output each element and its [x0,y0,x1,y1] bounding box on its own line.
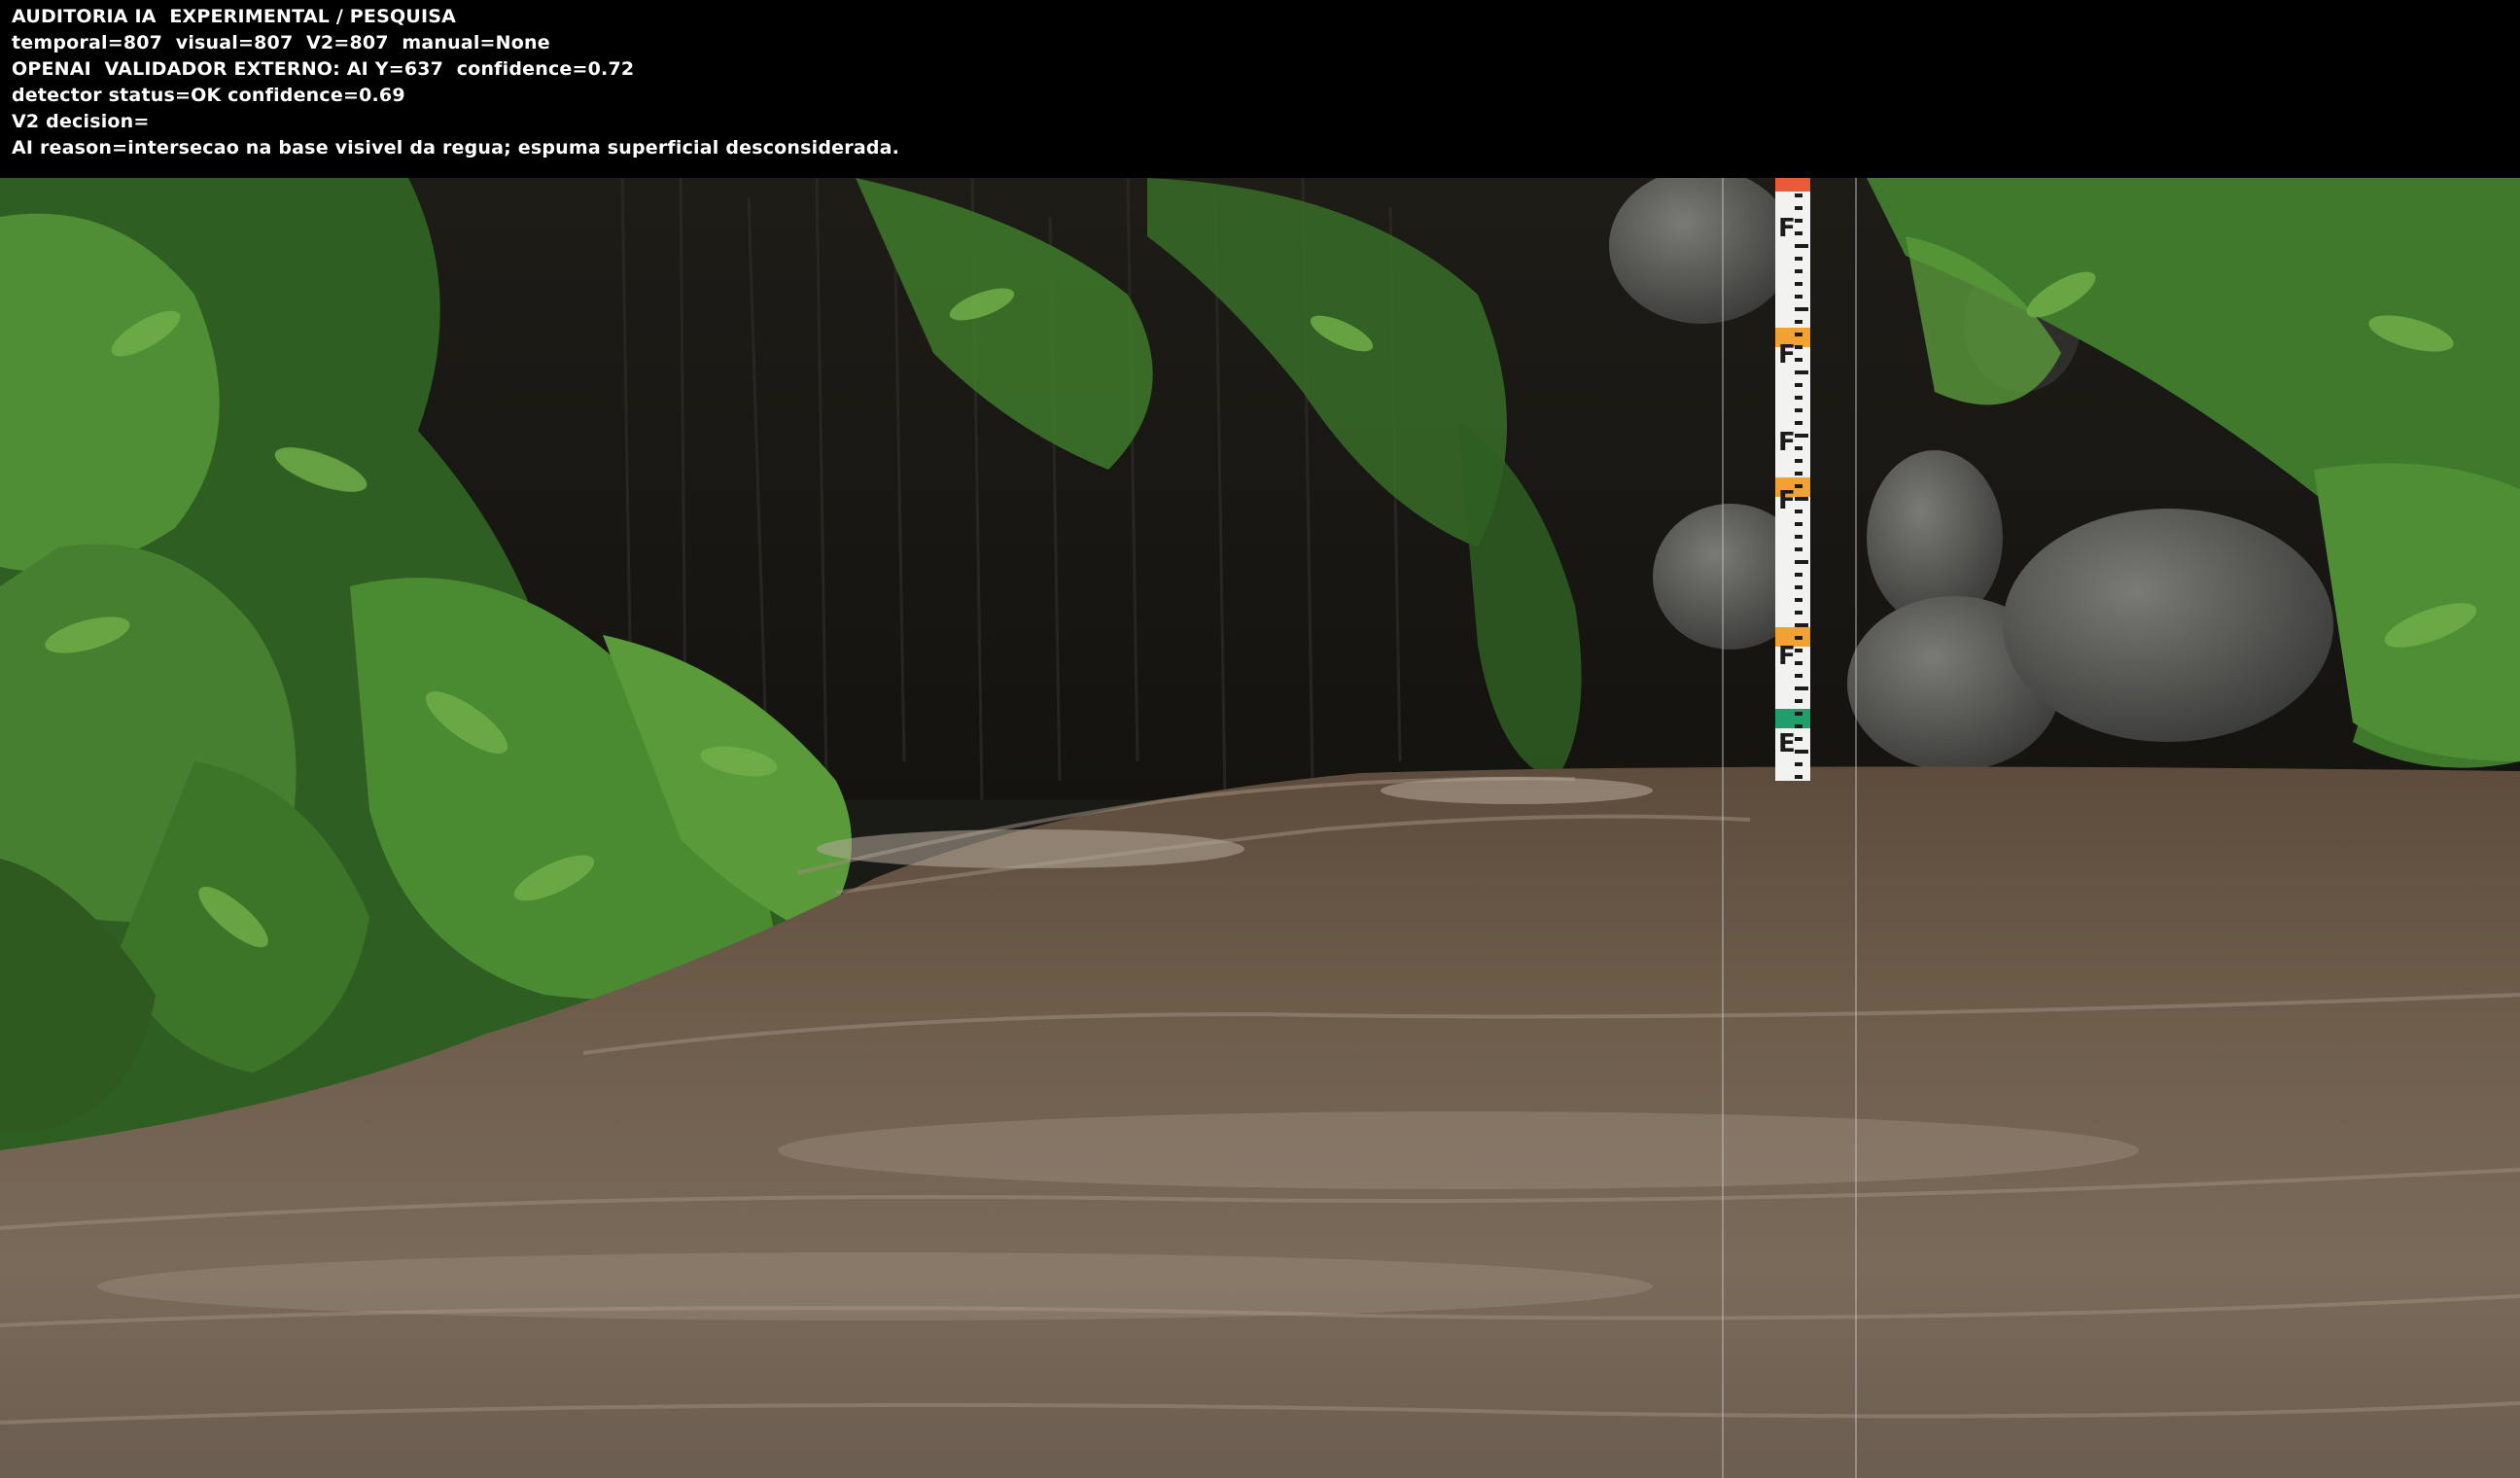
gauge-tick [1795,497,1808,501]
camera-frame: FFFFFE [0,178,2520,1478]
gauge-tick [1795,623,1808,627]
gauge-tick [1795,333,1802,336]
overlay-ai-reason: AI reason=intersecao na base visivel da … [12,137,900,158]
gauge-tick [1795,383,1802,387]
gauge-tick [1795,396,1802,400]
overlay-v2-decision: V2 decision= [12,111,150,132]
gauge-tick [1795,345,1802,349]
gauge-tick [1795,775,1802,779]
gauge-label: F [1778,428,1796,457]
gauge-band-3 [1775,709,1810,728]
gauge-tick [1795,472,1802,475]
gauge-label: F [1778,486,1796,515]
gauge-tick [1795,674,1802,678]
gauge-tick [1795,459,1802,463]
gauge-tick [1795,510,1802,513]
gauge-tick [1795,636,1802,640]
gauge-tick [1795,484,1802,488]
gauge-tick [1795,358,1802,362]
gauge-tick [1795,585,1802,589]
overlay-detector-status: detector status=OK confidence=0.69 [12,85,405,106]
overlay-external-validator: OPENAI VALIDADOR EXTERNO: AI Y=637 confi… [12,58,635,80]
gauge-tick [1795,257,1802,261]
gauge-label: F [1778,214,1796,243]
gauge-tick [1795,446,1802,450]
gauge-tick [1795,269,1802,273]
gauge-label: E [1778,729,1796,758]
gauge-tick [1795,282,1802,286]
gauge-tick [1795,661,1802,665]
gauge-tick [1795,219,1802,223]
audit-overlay-header: AUDITORIA IA EXPERIMENTAL / PESQUISA tem… [0,0,2520,178]
gauge-tick [1795,762,1802,766]
gauge-tick [1795,244,1808,248]
gauge-tick [1795,421,1802,425]
gauge-tick [1795,194,1802,197]
overlay-readings: temporal=807 visual=807 V2=807 manual=No… [12,32,550,53]
river-scene: FFFFFE [0,178,2520,1478]
staff-gauge: FFFFFE [1775,178,1810,781]
overlay-title: AUDITORIA IA EXPERIMENTAL / PESQUISA [12,6,457,27]
gauge-tick [1795,320,1802,324]
gauge-tick [1795,573,1802,577]
gauge-tick [1795,598,1802,602]
gauge-tick [1795,295,1802,299]
gauge-tick [1795,750,1808,754]
gauge-tick [1795,206,1802,210]
gauge-tick [1795,649,1802,652]
gauge-tick [1795,547,1802,551]
gauge-tick [1795,231,1802,235]
gauge-tick [1795,560,1808,564]
gauge-label: F [1778,642,1796,671]
gauge-tick [1795,611,1802,615]
gauge-tick [1795,535,1802,539]
gauge-tick [1795,686,1808,690]
gauge-tick [1795,307,1808,311]
gauge-tick [1795,737,1802,741]
gauge-tick [1795,434,1808,438]
gauge-red-band [1775,178,1810,192]
gauge-tick [1795,699,1802,703]
gauge-tick [1795,408,1802,412]
gauge-label: F [1778,340,1796,370]
gauge-tick [1795,370,1808,374]
gauge-tick [1795,724,1802,728]
gauge-tick [1795,712,1802,716]
gauge-tick [1795,522,1802,526]
